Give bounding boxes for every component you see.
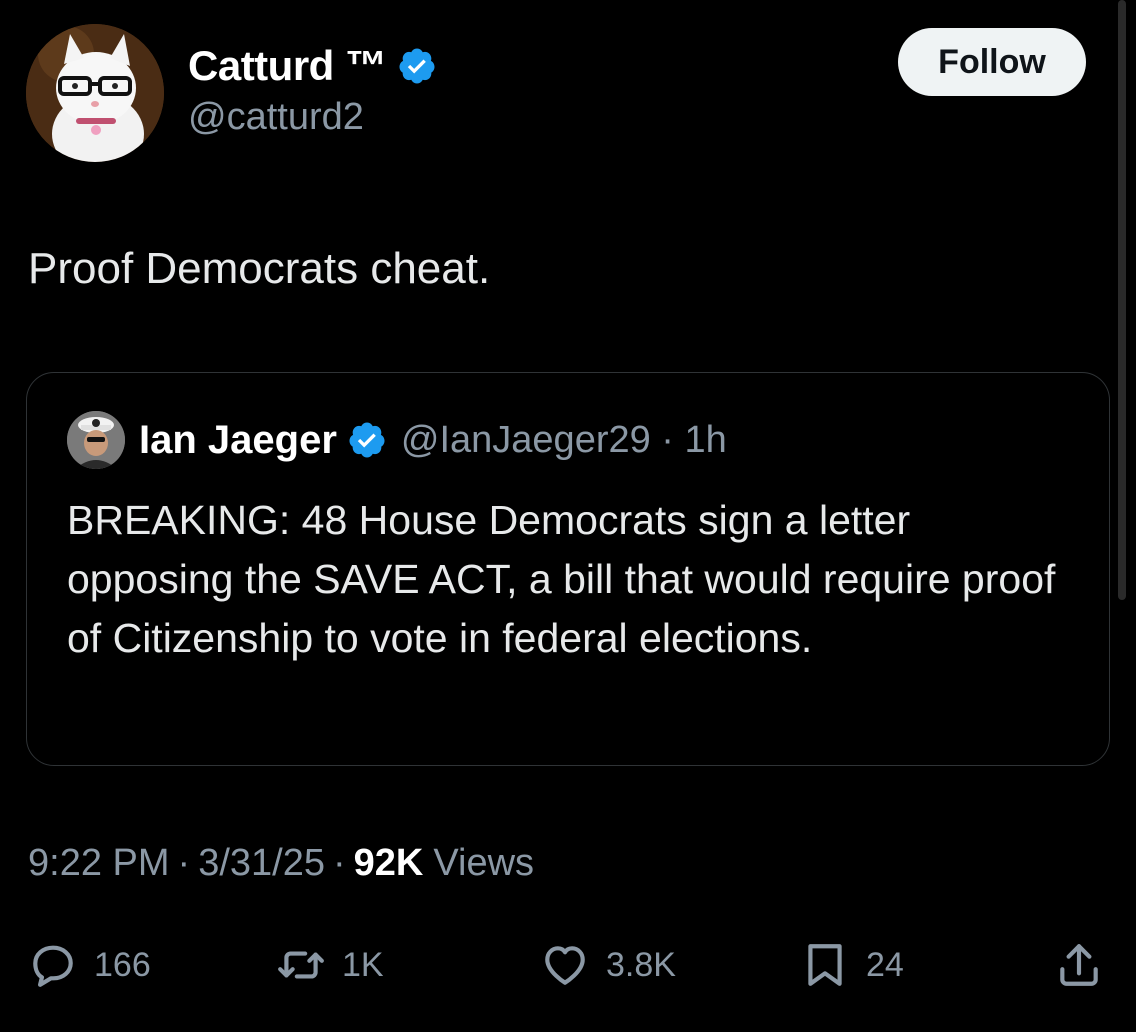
bookmark-icon <box>808 944 842 986</box>
bookmark-button[interactable]: 24 <box>800 930 904 1000</box>
share-button[interactable] <box>1054 930 1104 1000</box>
tweet-time[interactable]: 9:22 PM <box>28 842 170 885</box>
like-count: 3.8K <box>606 945 676 984</box>
tweet-author: Catturd ™ @catturd2 <box>26 24 437 162</box>
views-count: 92K <box>353 842 424 884</box>
meta-separator: · <box>177 842 191 884</box>
repost-button[interactable]: 1K <box>276 930 384 1000</box>
views-label: Views <box>433 842 535 884</box>
reply-button[interactable]: 166 <box>28 930 151 1000</box>
like-button[interactable]: 3.8K <box>540 930 676 1000</box>
author-avatar[interactable] <box>26 24 164 162</box>
quoted-tweet[interactable]: Ian Jaeger @IanJaeger29 · 1h BREAKING: 4… <box>26 372 1110 766</box>
verified-badge-icon <box>398 48 434 84</box>
tweet-date[interactable]: 3/31/25 <box>198 842 325 885</box>
follow-button[interactable]: Follow <box>898 28 1086 96</box>
meta-separator: · <box>332 842 346 884</box>
repost-count: 1K <box>342 945 384 984</box>
reply-icon <box>33 945 73 987</box>
quote-author-name[interactable]: Ian Jaeger <box>139 418 337 463</box>
author-handle[interactable]: @catturd2 <box>188 96 437 139</box>
verified-badge-icon <box>349 422 385 458</box>
tweet-text: Proof Democrats cheat. <box>28 244 491 293</box>
bookmark-count: 24 <box>866 945 904 984</box>
scrollbar[interactable] <box>1118 0 1126 600</box>
repost-icon <box>278 951 324 979</box>
reply-count: 166 <box>94 945 151 984</box>
quote-author-handle-time[interactable]: @IanJaeger29 · 1h <box>401 419 727 462</box>
quote-body: BREAKING: 48 House Democrats sign a lett… <box>67 497 1056 661</box>
tweet-actions: 166 1K 3.8K 24 <box>0 930 1136 1000</box>
heart-icon <box>545 946 585 985</box>
share-icon <box>1060 944 1098 986</box>
quote-author-avatar[interactable] <box>67 411 125 469</box>
tweet-meta: 9:22 PM · 3/31/25 · 92K Views <box>28 842 534 885</box>
author-display-name[interactable]: Catturd ™ <box>188 42 387 90</box>
